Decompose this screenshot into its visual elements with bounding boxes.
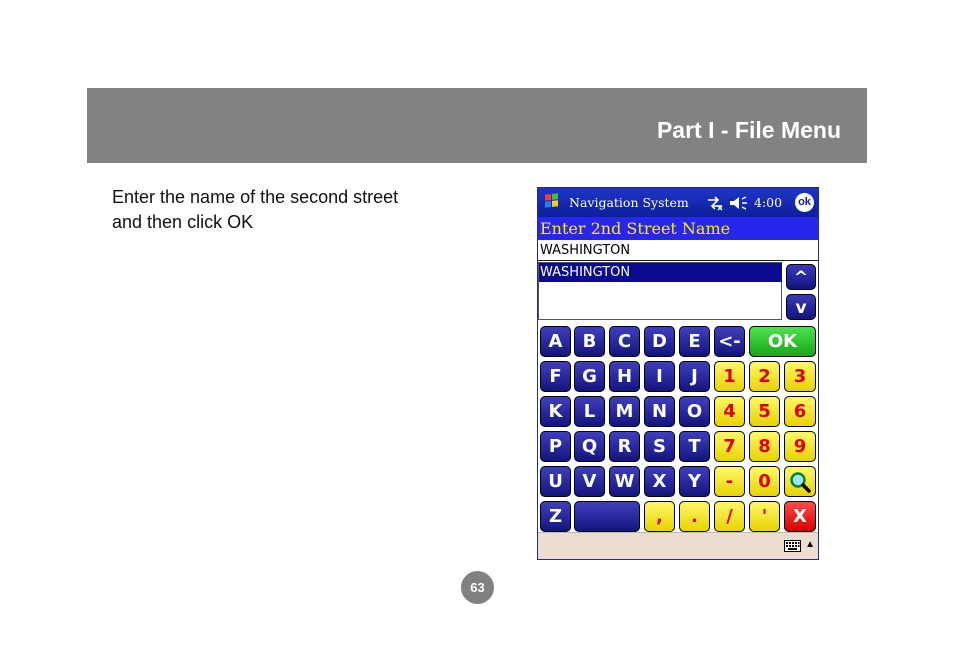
- header-band: Part I - File Menu: [87, 88, 867, 163]
- page-number: 63: [461, 571, 494, 604]
- key-2[interactable]: 2: [749, 361, 780, 392]
- key-slash[interactable]: /: [714, 501, 745, 532]
- key-b[interactable]: B: [574, 326, 605, 357]
- key-q[interactable]: Q: [574, 431, 605, 462]
- caret-up-icon[interactable]: ▲: [805, 539, 815, 551]
- scroll-up-button[interactable]: ^: [786, 264, 816, 290]
- key-t[interactable]: T: [679, 431, 710, 462]
- app-title: Navigation System: [569, 195, 689, 210]
- ok-close-button[interactable]: ok: [795, 193, 814, 212]
- key-v[interactable]: V: [574, 466, 605, 497]
- key-k[interactable]: K: [540, 396, 571, 427]
- prompt-bar: Enter 2nd Street Name: [538, 217, 818, 240]
- key-w[interactable]: W: [609, 466, 640, 497]
- key-x[interactable]: X: [644, 466, 675, 497]
- connectivity-icon[interactable]: [706, 194, 724, 212]
- device-screenshot: Navigation System 4:00 ok Enter 2nd Stre…: [537, 187, 819, 560]
- key-e[interactable]: E: [679, 326, 710, 357]
- instruction-text: Enter the name of the second street and …: [112, 185, 472, 235]
- key-j[interactable]: J: [679, 361, 710, 392]
- search-icon: [790, 472, 811, 493]
- key-r[interactable]: R: [609, 431, 640, 462]
- key-dash[interactable]: -: [714, 466, 745, 497]
- key-i[interactable]: I: [644, 361, 675, 392]
- clock: 4:00: [754, 195, 783, 210]
- key-f[interactable]: F: [540, 361, 571, 392]
- key-z[interactable]: Z: [540, 501, 571, 532]
- key-cancel[interactable]: X: [784, 501, 816, 532]
- key-d[interactable]: D: [644, 326, 675, 357]
- search-button[interactable]: [784, 466, 816, 497]
- street-list[interactable]: WASHINGTON: [538, 262, 782, 320]
- key-h[interactable]: H: [609, 361, 640, 392]
- key-g[interactable]: G: [574, 361, 605, 392]
- key-6[interactable]: 6: [784, 396, 816, 427]
- key-period[interactable]: .: [679, 501, 710, 532]
- keyboard-icon[interactable]: [784, 540, 801, 552]
- instruction-line-2: and then click OK: [112, 212, 254, 232]
- key-l[interactable]: L: [574, 396, 605, 427]
- key-8[interactable]: 8: [749, 431, 780, 462]
- key-9[interactable]: 9: [784, 431, 816, 462]
- key-1[interactable]: 1: [714, 361, 745, 392]
- titlebar: Navigation System 4:00 ok: [538, 188, 818, 217]
- prompt-label: Enter 2nd Street Name: [540, 219, 731, 238]
- key-s[interactable]: S: [644, 431, 675, 462]
- instruction-line-1: Enter the name of the second street: [112, 187, 399, 207]
- speaker-icon[interactable]: [728, 194, 748, 212]
- key-4[interactable]: 4: [714, 396, 745, 427]
- key-o[interactable]: O: [679, 396, 710, 427]
- list-item-selected[interactable]: WASHINGTON: [539, 263, 782, 282]
- key-7[interactable]: 7: [714, 431, 745, 462]
- key-space[interactable]: [574, 501, 640, 532]
- section-title: Part I - File Menu: [656, 117, 841, 143]
- key-p[interactable]: P: [540, 431, 571, 462]
- key-backspace[interactable]: <-: [714, 326, 745, 357]
- key-m[interactable]: M: [609, 396, 640, 427]
- key-apostrophe[interactable]: ': [749, 501, 780, 532]
- input-panel-bar: ▲: [538, 532, 818, 559]
- key-n[interactable]: N: [644, 396, 675, 427]
- windows-flag-icon[interactable]: [541, 192, 562, 213]
- key-y[interactable]: Y: [679, 466, 710, 497]
- scroll-down-button[interactable]: v: [786, 294, 816, 320]
- key-0[interactable]: 0: [749, 466, 780, 497]
- key-u[interactable]: U: [540, 466, 571, 497]
- key-c[interactable]: C: [609, 326, 640, 357]
- key-a[interactable]: A: [540, 326, 571, 357]
- street-name-input[interactable]: [538, 241, 818, 261]
- key-comma[interactable]: ,: [644, 501, 675, 532]
- key-5[interactable]: 5: [749, 396, 780, 427]
- key-3[interactable]: 3: [784, 361, 816, 392]
- on-screen-keyboard: A B C D E <- OK F G H I J 1 2 3 K L M N …: [538, 324, 818, 532]
- key-ok[interactable]: OK: [749, 326, 816, 357]
